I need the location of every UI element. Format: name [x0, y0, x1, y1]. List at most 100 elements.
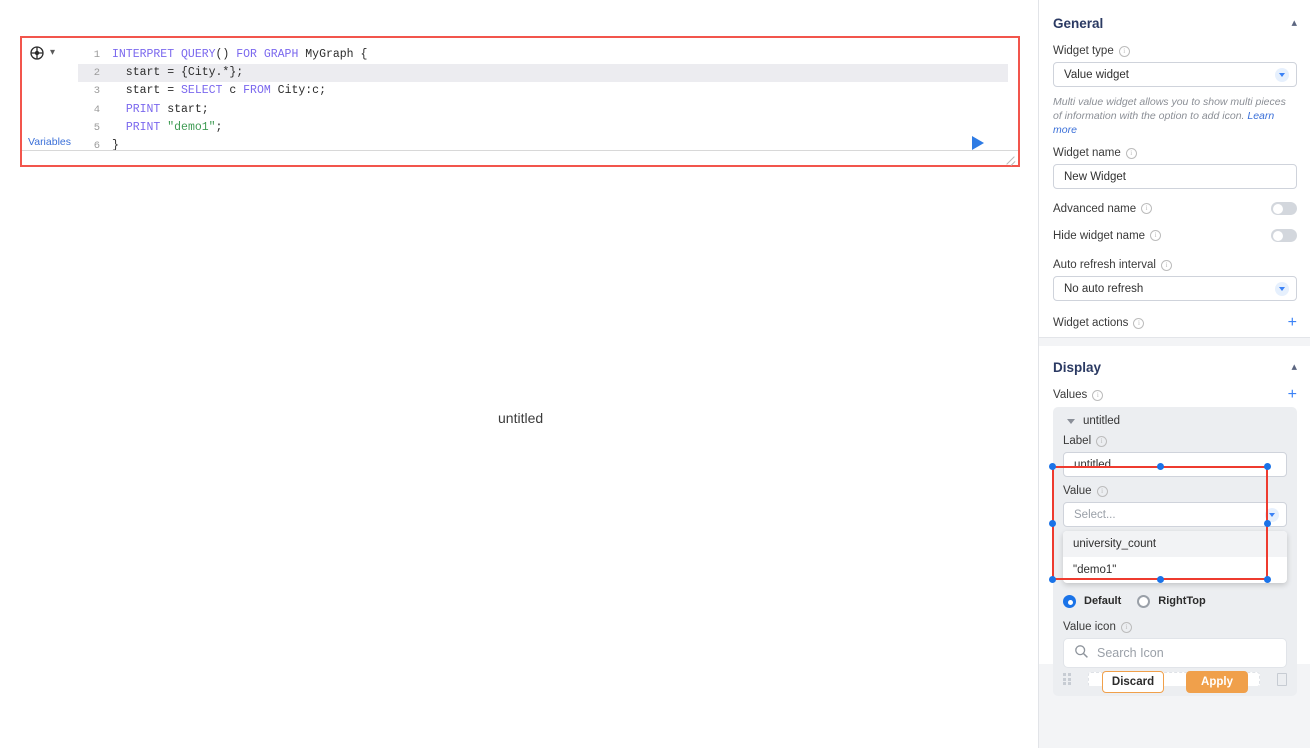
discard-button[interactable]: Discard — [1102, 671, 1164, 693]
code-text: start = SELECT c FROM City:c; — [112, 82, 326, 100]
line-number: 4 — [78, 101, 100, 119]
advanced-name-row[interactable]: Advanced name i — [1053, 195, 1297, 222]
info-icon[interactable]: i — [1121, 622, 1132, 633]
add-widget-action-button[interactable]: + — [1288, 317, 1297, 329]
auto-refresh-select[interactable]: No auto refresh — [1053, 276, 1297, 301]
hide-widget-name-row[interactable]: Hide widget name i — [1053, 222, 1297, 249]
auto-refresh-label: Auto refresh interval i — [1053, 259, 1297, 271]
display-section-header[interactable]: Display ▴ — [1053, 360, 1297, 375]
sidebar-footer-actions: Discard Apply — [1039, 666, 1310, 698]
widget-actions-row[interactable]: Widget actions i + — [1053, 317, 1297, 329]
hide-widget-name-toggle[interactable] — [1271, 229, 1297, 242]
chevron-down-icon[interactable] — [1275, 68, 1289, 82]
code-line[interactable]: 2 start = {City.*}; — [78, 64, 1008, 82]
chevron-up-icon[interactable]: ▴ — [1291, 18, 1297, 29]
widget-type-label-text: Widget type — [1053, 45, 1114, 57]
advanced-name-toggle[interactable] — [1271, 202, 1297, 215]
advanced-name-label-text: Advanced name — [1053, 203, 1136, 215]
radio-default[interactable] — [1063, 595, 1076, 608]
variables-link[interactable]: Variables — [28, 136, 71, 148]
chevron-up-icon[interactable]: ▴ — [1291, 362, 1297, 373]
display-section-title: Display — [1053, 360, 1101, 375]
widget-name-label: Widget name i — [1053, 147, 1297, 159]
chevron-down-icon[interactable] — [1275, 282, 1289, 296]
widget-type-hint: Multi value widget allows you to show mu… — [1053, 95, 1297, 137]
value-option[interactable]: university_count — [1063, 531, 1287, 557]
radio-default-label: Default — [1084, 595, 1121, 607]
line-number: 3 — [78, 82, 100, 100]
radio-righttop[interactable] — [1137, 595, 1150, 608]
code-line[interactable]: 4 PRINT start; — [78, 101, 1008, 119]
code-line[interactable]: 3 start = SELECT c FROM City:c; — [78, 82, 1008, 100]
icon-search-input[interactable]: Search Icon — [1063, 638, 1287, 668]
radio-righttop-label: RightTop — [1158, 595, 1205, 607]
values-label-text: Values — [1053, 389, 1087, 401]
info-icon[interactable]: i — [1097, 486, 1108, 497]
label-field-label: Label i — [1063, 435, 1287, 447]
widget-type-value: Value widget — [1064, 69, 1129, 81]
editor-status-bar — [22, 150, 1018, 165]
graph-network-icon[interactable] — [30, 46, 44, 60]
widget-actions-label: Widget actions i — [1053, 317, 1144, 329]
canvas-widget-title: untitled — [498, 410, 543, 426]
value-icon-label-text: Value icon — [1063, 621, 1116, 633]
display-settings-card: Display ▴ Values i + untitled Label i un… — [1039, 346, 1310, 664]
chevron-down-icon[interactable] — [1265, 508, 1279, 522]
widget-settings-sidebar: General ▴ Widget type i Value widget Mul… — [1038, 0, 1310, 748]
value-select[interactable]: Select... — [1063, 502, 1287, 527]
hide-widget-name-label: Hide widget name i — [1053, 230, 1161, 242]
general-section-header[interactable]: General ▴ — [1053, 16, 1297, 31]
code-text: INTERPRET QUERY() FOR GRAPH MyGraph { — [112, 46, 367, 64]
info-icon[interactable]: i — [1119, 46, 1130, 57]
widget-name-label-text: Widget name — [1053, 147, 1121, 159]
widget-actions-label-text: Widget actions — [1053, 317, 1128, 329]
icon-search-placeholder: Search Icon — [1097, 646, 1164, 660]
widget-name-value: New Widget — [1064, 171, 1126, 183]
label-input[interactable]: untitled — [1063, 452, 1287, 477]
code-line[interactable]: 1 INTERPRET QUERY() FOR GRAPH MyGraph { — [78, 46, 1008, 64]
editor-toolbar[interactable]: ▾ — [30, 46, 55, 60]
value-group-name: untitled — [1083, 415, 1120, 427]
label-field-label-text: Label — [1063, 435, 1091, 447]
widget-name-input[interactable]: New Widget — [1053, 164, 1297, 189]
info-icon[interactable]: i — [1161, 260, 1172, 271]
widget-type-select[interactable]: Value widget — [1053, 62, 1297, 87]
code-text: PRINT "demo1"; — [112, 119, 222, 137]
auto-refresh-label-text: Auto refresh interval — [1053, 259, 1156, 271]
query-editor-panel[interactable]: ▾ 1 INTERPRET QUERY() FOR GRAPH MyGraph {… — [20, 36, 1020, 167]
info-icon[interactable]: i — [1092, 390, 1103, 401]
value-field-label: Value i — [1063, 485, 1287, 497]
advanced-name-label: Advanced name i — [1053, 203, 1152, 215]
value-select-placeholder: Select... — [1074, 509, 1116, 521]
chevron-down-icon[interactable]: ▾ — [50, 48, 55, 58]
info-icon[interactable]: i — [1133, 318, 1144, 329]
query-editor-body[interactable]: ▾ 1 INTERPRET QUERY() FOR GRAPH MyGraph {… — [22, 38, 1018, 165]
value-field-label-text: Value — [1063, 485, 1092, 497]
general-settings-card: General ▴ Widget type i Value widget Mul… — [1039, 0, 1310, 338]
widget-type-label: Widget type i — [1053, 45, 1297, 57]
code-content[interactable]: 1 INTERPRET QUERY() FOR GRAPH MyGraph {2 … — [78, 46, 1008, 155]
hide-widget-name-label-text: Hide widget name — [1053, 230, 1145, 242]
chevron-down-icon[interactable] — [1067, 419, 1075, 424]
value-option[interactable]: "demo1" — [1063, 557, 1287, 583]
line-number: 1 — [78, 46, 100, 64]
info-icon[interactable]: i — [1096, 436, 1107, 447]
line-number: 5 — [78, 119, 100, 137]
add-value-button[interactable]: + — [1288, 389, 1297, 401]
editor-resize-handle[interactable] — [1005, 153, 1016, 164]
code-text: PRINT start; — [112, 101, 209, 119]
line-number: 2 — [78, 64, 100, 82]
code-line[interactable]: 5 PRINT "demo1"; — [78, 119, 1008, 137]
values-row: Values i + — [1053, 389, 1297, 401]
apply-button[interactable]: Apply — [1186, 671, 1248, 693]
value-icon-label: Value icon i — [1063, 621, 1287, 633]
info-icon[interactable]: i — [1141, 203, 1152, 214]
magnifier-icon — [1074, 644, 1089, 662]
info-icon[interactable]: i — [1126, 148, 1137, 159]
info-icon[interactable]: i — [1150, 230, 1161, 241]
value-group-header[interactable]: untitled — [1063, 415, 1287, 427]
label-input-value: untitled — [1074, 459, 1111, 471]
value-options-dropdown[interactable]: university_count"demo1" — [1063, 531, 1287, 583]
value-item-group: untitled Label i untitled Value i Select… — [1053, 407, 1297, 696]
value-position-radio-group[interactable]: Default RightTop — [1063, 591, 1287, 611]
